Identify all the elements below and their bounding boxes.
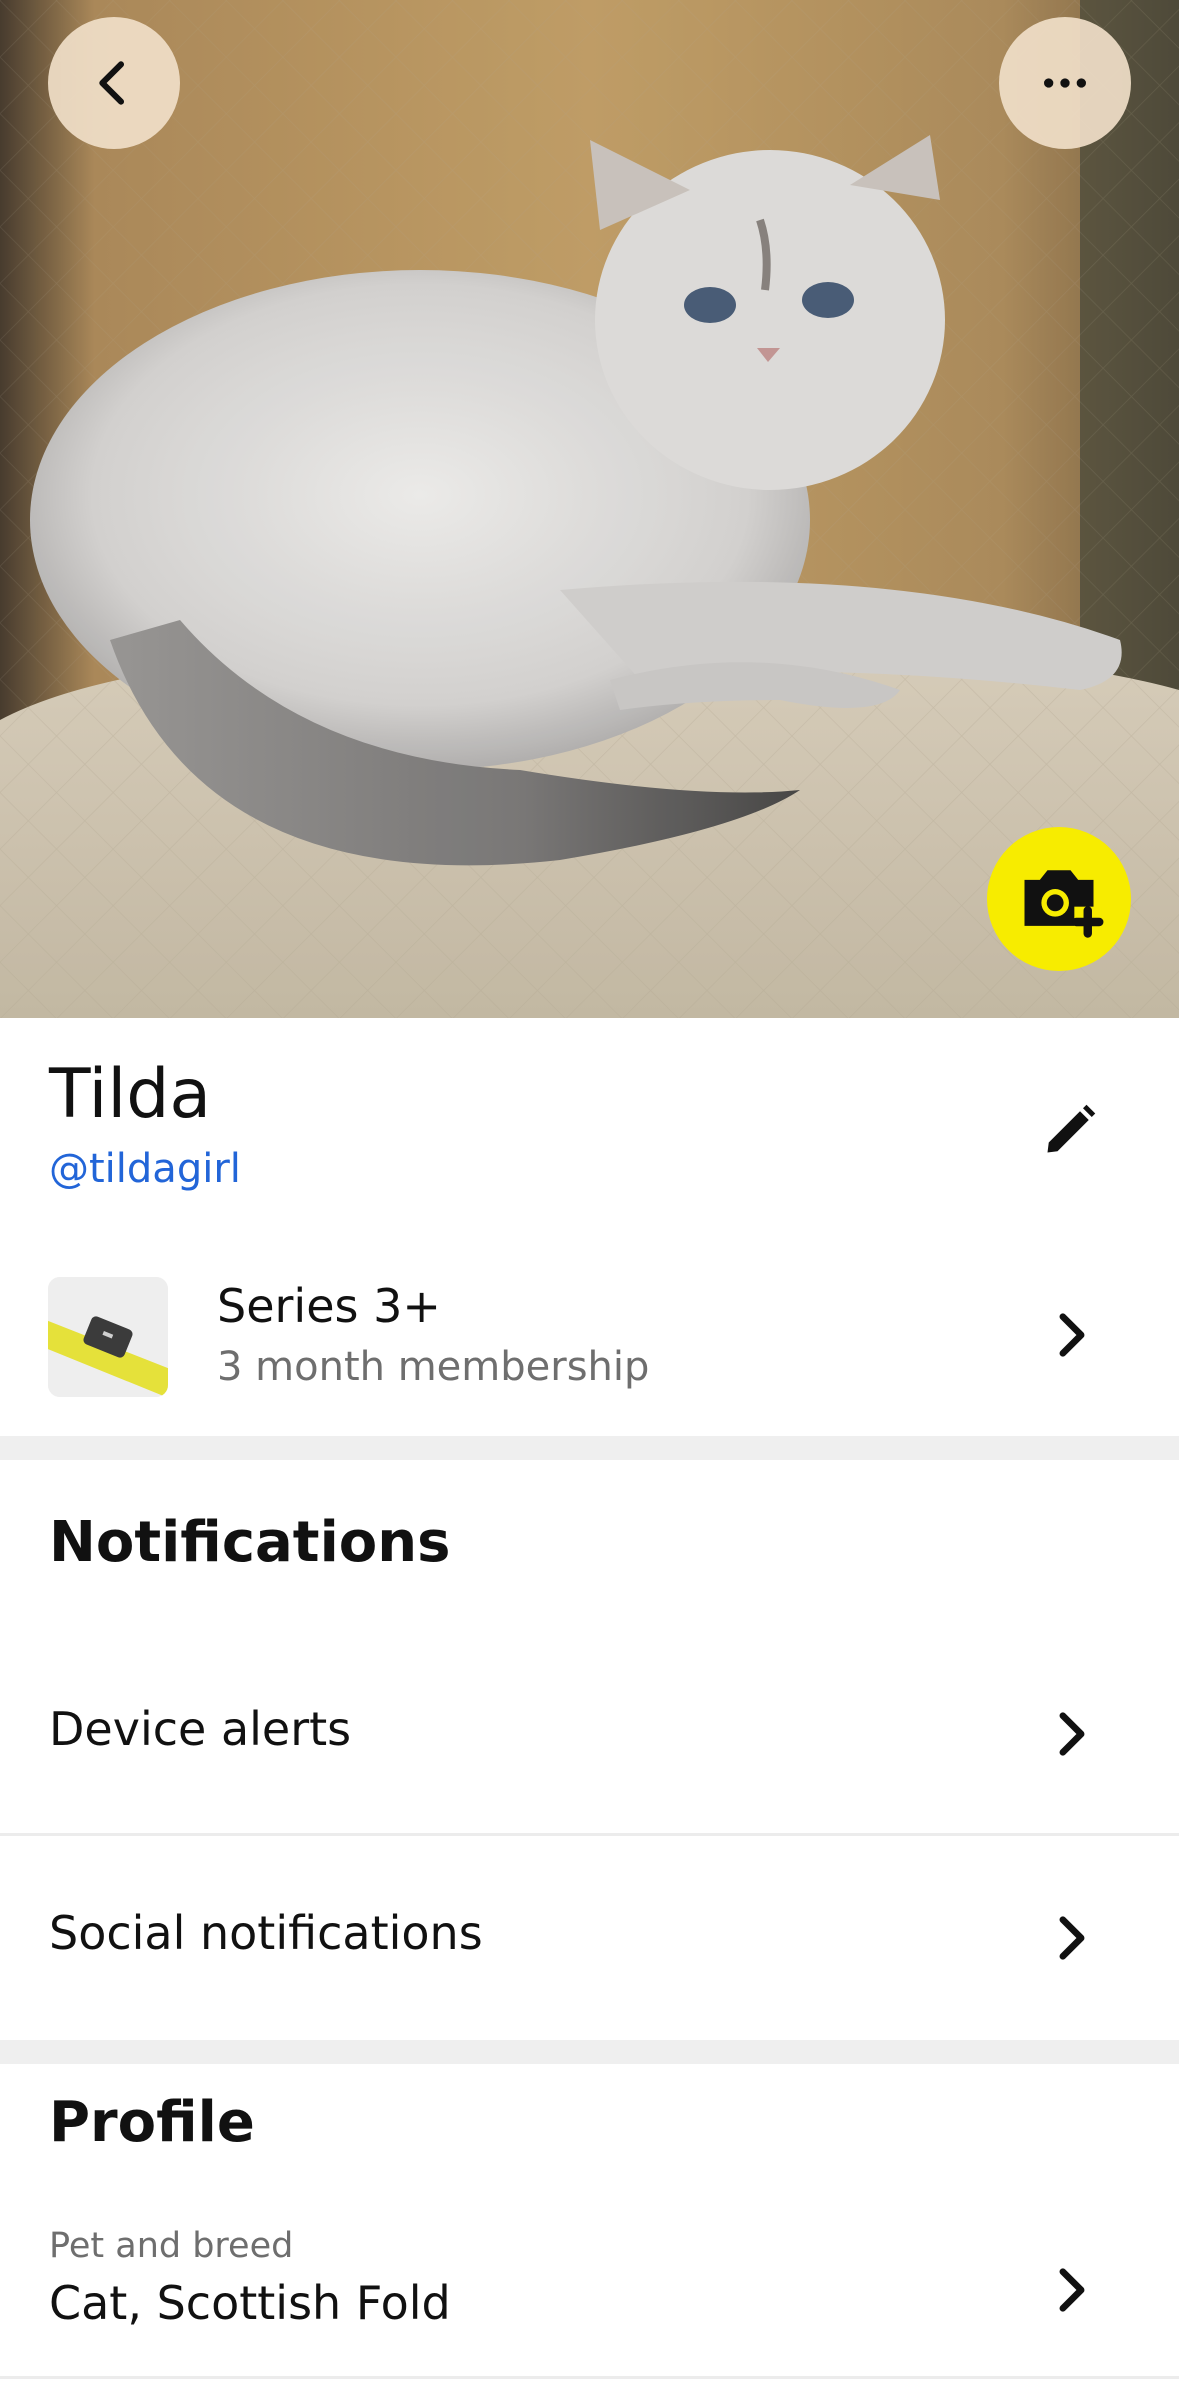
pet-profile-screen: Tilda @tildagirl Series 3+ 3 month membe… (0, 0, 1179, 2396)
chevron-right-icon (1059, 2268, 1085, 2312)
list-item-pet-and-breed[interactable]: Pet and breed Cat, Scottish Fold (0, 2210, 1179, 2380)
membership-row[interactable]: Series 3+ 3 month membership (0, 1255, 1179, 1415)
social-notifications-label: Social notifications (49, 1906, 483, 1960)
pencil-icon (1047, 1104, 1096, 1153)
chevron-right-icon (1059, 1916, 1085, 1960)
device-alerts-label: Device alerts (49, 1702, 352, 1756)
chevron-right-icon (1059, 1712, 1085, 1756)
pet-name: Tilda (49, 1055, 212, 1134)
add-photo-button[interactable] (987, 827, 1131, 971)
section-divider (0, 2040, 1179, 2064)
membership-subtitle: 3 month membership (217, 1344, 650, 1390)
row-divider (0, 2376, 1179, 2379)
edit-profile-button[interactable] (1040, 1100, 1100, 1160)
notifications-heading: Notifications (49, 1510, 451, 1575)
chevron-right-icon (1059, 1313, 1085, 1357)
membership-title: Series 3+ (217, 1279, 441, 1333)
chevron-left-icon (99, 61, 125, 105)
more-horizontal-icon (1044, 78, 1086, 88)
pet-handle-link[interactable]: @tildagirl (49, 1146, 241, 1192)
camera-add-icon (1024, 870, 1104, 938)
back-button[interactable] (48, 17, 180, 149)
pet-breed-caption: Pet and breed (49, 2226, 294, 2266)
profile-heading: Profile (49, 2090, 255, 2155)
pet-breed-value: Cat, Scottish Fold (49, 2276, 451, 2330)
list-item-social-notifications[interactable]: Social notifications (0, 1836, 1179, 2036)
pet-photo (0, 0, 1179, 1018)
more-options-button[interactable] (999, 17, 1131, 149)
section-divider (0, 1436, 1179, 1460)
collar-device-icon (48, 1277, 168, 1397)
list-item-device-alerts[interactable]: Device alerts (0, 1640, 1179, 1830)
